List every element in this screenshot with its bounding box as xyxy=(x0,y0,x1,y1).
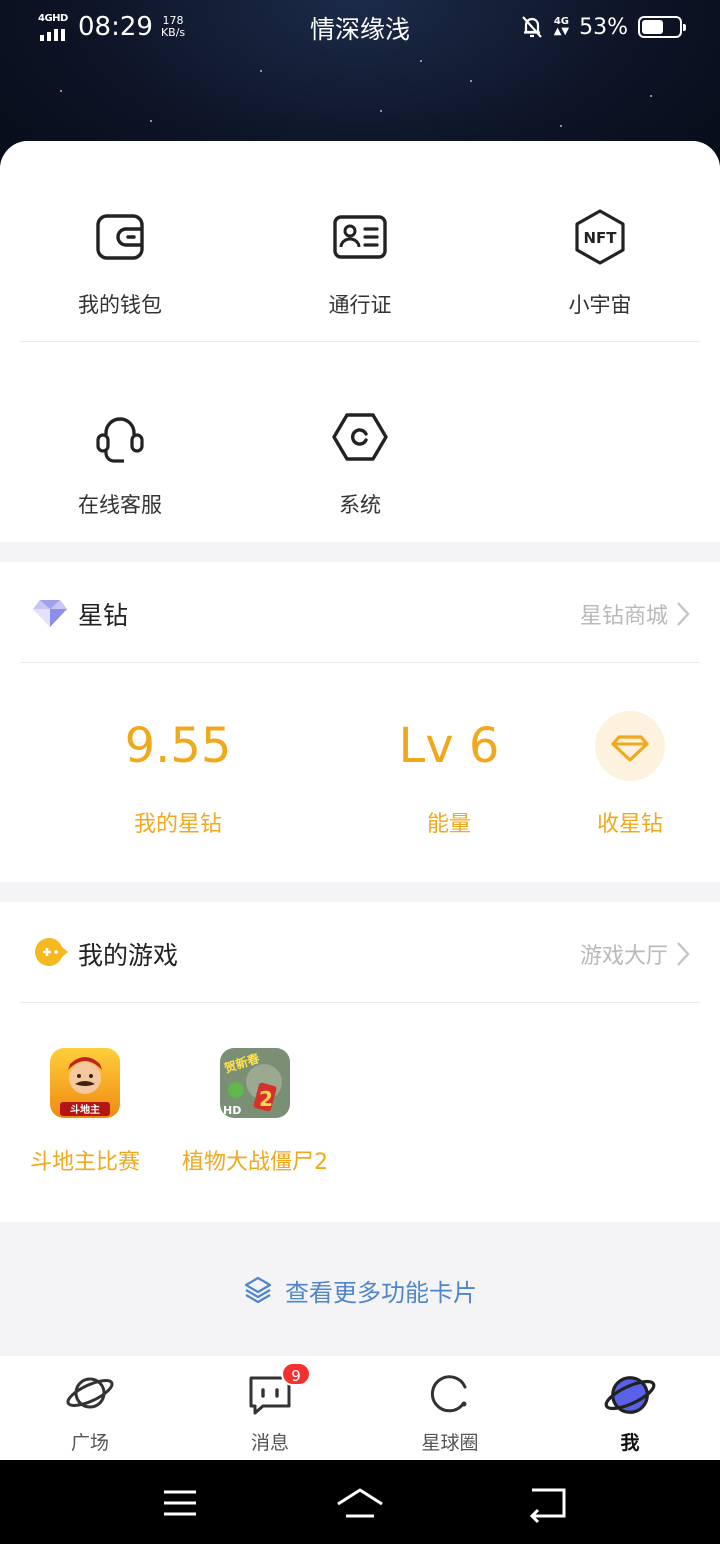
divider xyxy=(20,662,700,663)
headset-icon xyxy=(96,417,144,463)
customer-service-label: 在线客服 xyxy=(78,493,162,517)
star-diamond-title: 星钻 xyxy=(78,601,129,630)
star-diamond-balance-label: 我的星钻 xyxy=(133,812,222,837)
tab-planet-circle[interactable]: 星球圈 xyxy=(360,1356,540,1460)
settings-hexagon-icon xyxy=(332,413,388,461)
diamond-icon xyxy=(33,600,67,627)
pass-button[interactable]: 通行证 xyxy=(240,207,480,319)
home-icon[interactable] xyxy=(330,1478,390,1528)
game-lobby-label: 游戏大厅 xyxy=(579,944,668,969)
tab-label: 广场 xyxy=(70,1432,109,1454)
layers-icon xyxy=(244,1276,272,1304)
wallet-button[interactable]: 我的钱包 xyxy=(0,207,240,319)
status-bar: 4GHD 08:29 178 KB/s 情深缘浅 4G ▲▼ 53% xyxy=(0,0,720,56)
view-more-cards-label: 查看更多功能卡片 xyxy=(285,1278,477,1307)
star-diamond-card: 星钻 星钻商城 9.55 我的星钻 Lv 6 能量 收星钻 xyxy=(0,562,720,882)
tab-plaza[interactable]: 广场 xyxy=(0,1356,180,1460)
collect-star-diamond-label: 收星钻 xyxy=(596,812,663,837)
my-games-header: 我的游戏 游戏大厅 xyxy=(0,902,720,1002)
back-icon[interactable] xyxy=(520,1478,580,1528)
divider xyxy=(20,341,700,342)
star-diamond-mall-label: 星钻商城 xyxy=(579,604,668,629)
pass-label: 通行证 xyxy=(328,293,392,317)
chat-bubble-icon-wrap: 9 xyxy=(245,1362,311,1418)
system-label: 系统 xyxy=(339,493,381,517)
game-item-pvz2[interactable]: 2 贺新春 HD 植物大战僵尸2 xyxy=(155,1048,355,1176)
doudizhu-icon-text: 斗地主 xyxy=(70,1103,100,1116)
doudizhu-game-icon: 斗地主 xyxy=(50,1048,120,1118)
metaverse-label: 小宇宙 xyxy=(568,293,632,317)
collect-diamond-icon xyxy=(595,711,665,781)
divider xyxy=(20,1002,700,1003)
main-sheet: 我的钱包 通行证 NFT 小宇宙 在线客服 系统 星钻 星钻商城 9.55 我的… xyxy=(0,141,720,1461)
bottom-tab-bar: 广场 9 消息 星球圈 我 xyxy=(0,1356,720,1460)
unread-badge: 9 xyxy=(281,1362,311,1386)
tab-label: 消息 xyxy=(250,1432,289,1454)
nft-hexagon-icon: NFT xyxy=(575,209,625,265)
tab-label: 我 xyxy=(620,1432,640,1454)
star-diamond-mall-link[interactable]: 星钻商城 xyxy=(580,598,690,630)
planet-filled-icon xyxy=(604,1376,656,1414)
wallet-icon xyxy=(96,214,144,260)
pvz2-game-icon: 2 贺新春 HD xyxy=(220,1048,290,1118)
customer-service-button[interactable]: 在线客服 xyxy=(0,407,240,519)
system-navigation-bar xyxy=(0,1460,720,1544)
battery-icon xyxy=(638,16,686,38)
pvz2-hd-badge: HD xyxy=(223,1104,241,1117)
star-diamond-header: 星钻 星钻商城 xyxy=(0,562,720,662)
metaverse-button[interactable]: NFT 小宇宙 xyxy=(480,207,720,319)
my-games-title: 我的游戏 xyxy=(78,941,179,970)
planet-outline-icon xyxy=(66,1377,114,1409)
my-games-card: 我的游戏 游戏大厅 斗地主 斗地主比赛 2 贺新春 HD 植物大战僵尸2 xyxy=(0,902,720,1222)
battery-percent: 53% xyxy=(579,14,628,40)
view-more-cards-button[interactable]: 查看更多功能卡片 xyxy=(0,1267,720,1313)
chevron-right-icon xyxy=(677,942,690,966)
bell-muted-icon xyxy=(521,16,542,38)
svg-text:2: 2 xyxy=(259,1087,273,1111)
collect-star-diamond-button[interactable]: 收星钻 xyxy=(510,708,720,848)
wallet-label: 我的钱包 xyxy=(78,293,162,317)
star-diamond-balance: 9.55 xyxy=(124,718,232,774)
game-controller-icon xyxy=(35,938,68,966)
quick-actions-card: 我的钱包 通行证 NFT 小宇宙 在线客服 系统 xyxy=(0,141,720,542)
system-button[interactable]: 系统 xyxy=(240,407,480,519)
circle-icon xyxy=(430,1375,467,1413)
tab-label: 星球圈 xyxy=(421,1432,479,1454)
svg-text:NFT: NFT xyxy=(583,229,617,247)
tab-messages[interactable]: 9 消息 xyxy=(180,1356,360,1460)
chevron-right-icon xyxy=(677,602,690,626)
tab-me[interactable]: 我 xyxy=(540,1356,720,1460)
game-name: 植物大战僵尸2 xyxy=(182,1150,328,1175)
id-card-icon xyxy=(333,215,387,259)
mobile-data-icon: 4G ▲▼ xyxy=(553,16,570,37)
menu-icon[interactable] xyxy=(150,1478,210,1528)
game-lobby-link[interactable]: 游戏大厅 xyxy=(580,938,690,970)
